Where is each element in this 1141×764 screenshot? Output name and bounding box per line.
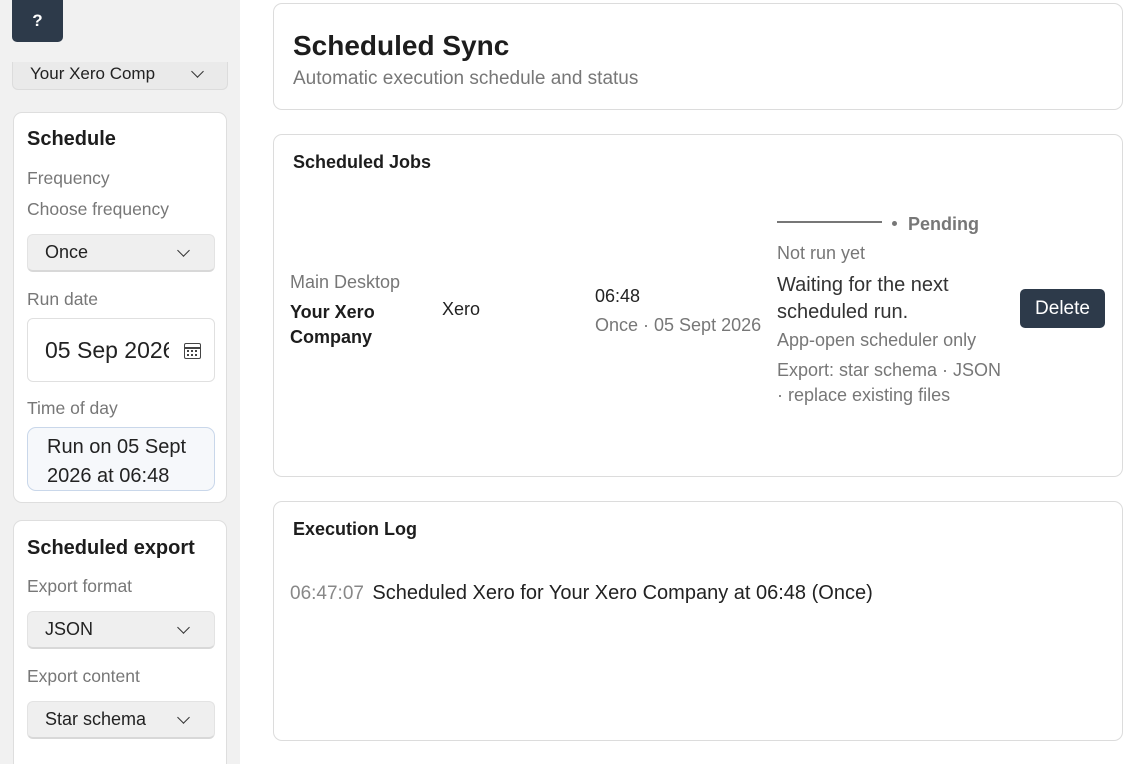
- help-button[interactable]: ?: [12, 0, 63, 42]
- export-format-label: Export format: [27, 576, 133, 596]
- job-export-info: Export: star schema · JSON · replace exi…: [777, 360, 1002, 405]
- log-entry-time: 06:47:07: [290, 583, 364, 604]
- export-format-value: JSON: [45, 619, 94, 639]
- execution-log-card: Execution Log 06:47:07 Scheduled Xero fo…: [273, 501, 1123, 741]
- frequency-select-value: Once: [45, 242, 89, 262]
- page-title: Scheduled Sync: [293, 30, 510, 61]
- delete-job-button[interactable]: Delete: [1020, 289, 1105, 328]
- chevron-down-icon: [177, 711, 190, 724]
- frequency-label: Frequency: [27, 168, 110, 188]
- scheduled-jobs-title: Scheduled Jobs: [293, 152, 432, 172]
- status-divider: [777, 221, 882, 223]
- page-header-card: Scheduled Sync Automatic execution sched…: [273, 3, 1123, 110]
- status-dot-icon: [892, 221, 897, 226]
- log-entry-message: Scheduled Xero for Your Xero Company at …: [372, 582, 873, 604]
- run-date-label: Run date: [27, 289, 99, 309]
- scheduled-jobs-card: Scheduled Jobs Main Desktop Your Xero Co…: [273, 134, 1123, 477]
- job-recurrence: Once · 05 Sept 2026: [595, 315, 762, 335]
- scheduled-export-title: Scheduled export: [27, 537, 195, 559]
- export-content-select[interactable]: Star schema: [27, 701, 215, 739]
- export-content-value: Star schema: [45, 709, 147, 729]
- log-entry: 06:47:07 Scheduled Xero for Your Xero Co…: [290, 582, 873, 605]
- run-date-value: 05 Sep 2026: [45, 336, 169, 363]
- scheduled-export-panel: Scheduled export Export format JSON Expo…: [13, 520, 227, 764]
- run-date-input[interactable]: 05 Sep 2026: [27, 318, 215, 382]
- export-content-label: Export content: [27, 666, 140, 686]
- job-company: Your Xero Company: [290, 302, 375, 347]
- schedule-panel: Schedule Frequency Choose frequency Once…: [13, 112, 227, 503]
- time-of-day-input[interactable]: Run on 05 Sept 2026 at 06:48: [27, 427, 215, 491]
- job-time: 06:48: [595, 286, 641, 306]
- export-format-select[interactable]: JSON: [27, 611, 215, 649]
- company-select[interactable]: Your Xero Comp: [12, 62, 228, 90]
- job-last-run: Not run yet: [777, 243, 866, 263]
- schedule-title: Schedule: [27, 128, 116, 150]
- time-of-day-label: Time of day: [27, 398, 118, 418]
- job-source: Main Desktop: [290, 272, 401, 292]
- job-status-message: Waiting for the next scheduled run.: [777, 274, 949, 323]
- choose-frequency-label: Choose frequency: [27, 199, 170, 219]
- job-status-badge: Pending: [908, 214, 979, 234]
- calendar-icon[interactable]: [184, 343, 201, 359]
- sidebar: ? Your Xero Comp Schedule Frequency Choo…: [0, 0, 240, 764]
- page-subtitle: Automatic execution schedule and status: [293, 68, 639, 89]
- job-provider: Xero: [442, 299, 481, 319]
- company-select-value: Your Xero Comp: [30, 64, 156, 83]
- frequency-select[interactable]: Once: [27, 234, 215, 272]
- chevron-down-icon: [177, 621, 190, 634]
- chevron-down-icon: [177, 244, 190, 257]
- job-scheduler-mode: App-open scheduler only: [777, 330, 977, 350]
- chevron-down-icon: [191, 65, 204, 78]
- execution-log-title: Execution Log: [293, 519, 418, 539]
